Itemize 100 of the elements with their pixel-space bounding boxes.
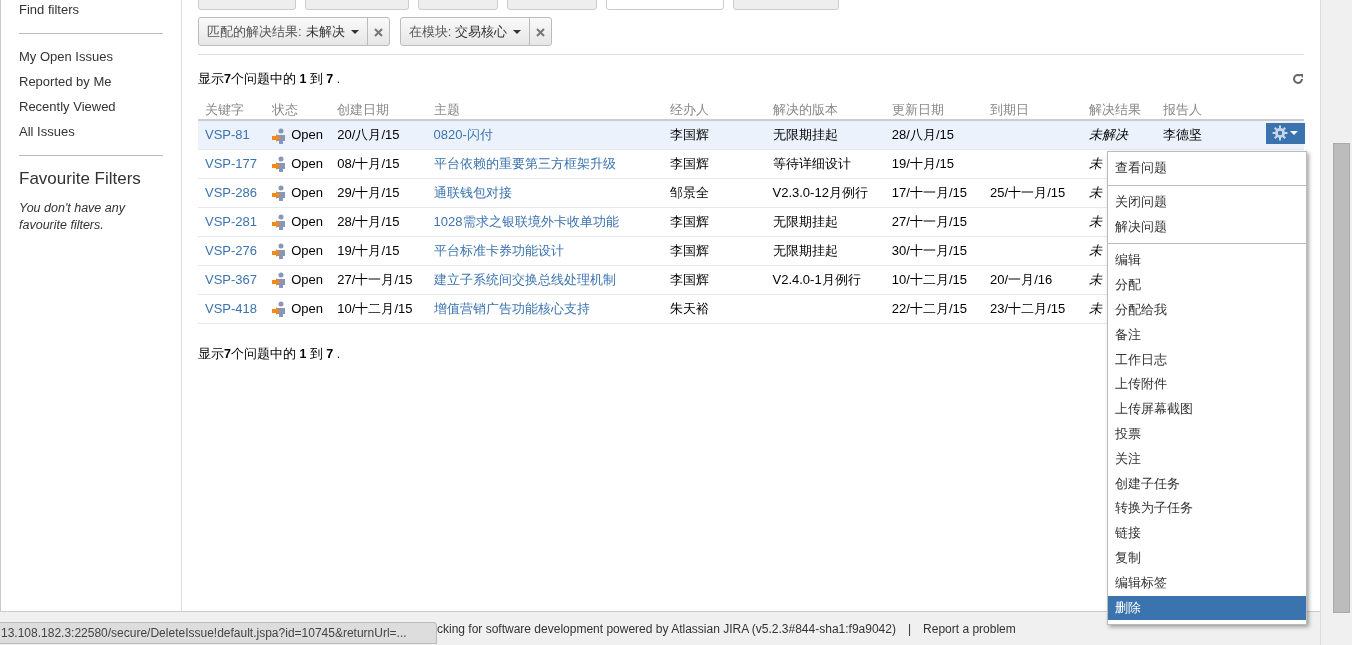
table-cell: 10/十二月/15	[891, 271, 967, 287]
person-arrow-icon	[272, 127, 287, 144]
sidebar-link[interactable]: My Open Issues	[19, 44, 163, 69]
resolution-text: 未	[1089, 271, 1103, 287]
empty-message: You don't have any favourite filters.	[19, 199, 127, 234]
close-icon	[373, 27, 383, 37]
issue-summary-link[interactable]: 平台标准卡券功能设计	[433, 242, 564, 258]
issue-summary-link[interactable]: 0820-闪付	[433, 127, 493, 142]
caret-icon	[1290, 131, 1299, 136]
status-text: Open	[291, 127, 323, 142]
caret-icon	[513, 29, 522, 34]
menu-item[interactable]: 链接	[1108, 521, 1306, 546]
separator-text: |	[907, 620, 912, 638]
status-text: Open	[291, 300, 323, 316]
table-row[interactable]: VSP-81 Open 20/八月/15 0820-闪付 李国辉 无限期挂起 28/八月/15 未解决 李德坚	[198, 120, 1304, 149]
table-cell: 28/八月/15	[891, 127, 954, 142]
person-arrow-icon	[272, 156, 287, 173]
table-cell: 10/十二月/15	[337, 300, 413, 316]
table-cell: 邹景全	[670, 184, 710, 200]
actions-button[interactable]	[1265, 122, 1305, 144]
table-cell: 李国辉	[670, 242, 710, 258]
table-cell: 朱天裕	[670, 300, 710, 316]
issue-summary-link[interactable]: 通联钱包对接	[433, 184, 512, 200]
issue-summary-link[interactable]: 建立子系统间交换总线处理机制	[433, 271, 616, 287]
menu-item[interactable]: 关注	[1108, 446, 1306, 472]
resolution-text: 未解决	[1089, 127, 1129, 142]
table-cell: 无限期挂起	[772, 242, 838, 258]
section-heading: Favourite Filters	[19, 168, 142, 190]
menu-item[interactable]: 编辑标签	[1108, 570, 1306, 596]
refresh-icon[interactable]	[1292, 73, 1304, 85]
issue-key-link[interactable]: VSP-286	[205, 184, 258, 200]
menu-item[interactable]: 转换为子任务	[1108, 496, 1306, 522]
resolution-text: 未	[1089, 300, 1103, 316]
table-cell: 23/十二月/15	[990, 300, 1066, 316]
table-cell: 30/十一月/15	[891, 242, 967, 258]
menu-item[interactable]: 备注	[1108, 322, 1306, 348]
table-cell: 无限期挂起	[772, 127, 838, 142]
table-cell: 李国辉	[670, 213, 710, 229]
menu-item[interactable]: 上传屏幕截图	[1108, 397, 1306, 422]
sidebar-link[interactable]: Reported by Me	[19, 69, 163, 94]
menu-item[interactable]: 工作日志	[1108, 347, 1306, 373]
sidebar-link[interactable]: Recently Viewed	[19, 94, 163, 119]
table-cell: 李国辉	[670, 271, 710, 287]
close-icon	[536, 27, 546, 37]
status-url: 13.108.182.3:22580/secure/DeleteIssue!default.jspa?id=10745&returnUrl=...	[0, 622, 437, 644]
table-cell: 19/十月/15	[337, 242, 400, 258]
sidebar-link[interactable]: All Issues	[19, 119, 163, 144]
table-cell: 28/十月/15	[337, 213, 400, 229]
table-cell: 李国辉	[670, 127, 710, 142]
table-cell: V2.4.0-1月例行	[772, 271, 861, 287]
table-cell: V2.3.0-12月例行	[772, 184, 868, 200]
table-cell: 等待详细设计	[772, 155, 851, 171]
person-arrow-icon	[272, 214, 287, 231]
find-filters-link[interactable]: Find filters	[19, 0, 163, 22]
results-count: 显示7个问题中的 1 到 7 .	[198, 70, 341, 88]
table-cell: 20/八月/15	[337, 127, 400, 142]
issue-key-link[interactable]: VSP-281	[205, 213, 258, 229]
menu-item[interactable]: 上传附件	[1108, 372, 1306, 398]
person-arrow-icon	[272, 301, 287, 318]
issue-summary-link[interactable]: 平台依赖的重要第三方框架升级	[433, 155, 616, 171]
table-cell: 08/十月/15	[337, 155, 400, 171]
table-cell: 20/一月/16	[990, 271, 1053, 287]
table-cell: 25/十一月/15	[990, 184, 1066, 200]
issue-key-link[interactable]: VSP-367	[205, 271, 258, 287]
gear-icon	[1272, 125, 1289, 142]
table-cell: 李国辉	[670, 155, 710, 171]
issue-summary-link[interactable]: 增值营销广告功能核心支持	[433, 300, 590, 316]
scrollbar[interactable]	[1320, 0, 1352, 645]
menu-item[interactable]: 关闭问题	[1108, 189, 1306, 215]
table-cell: 27/十一月/15	[337, 271, 413, 287]
table-cell: 27/十一月/15	[891, 213, 967, 229]
table-cell: 李德坚	[1162, 127, 1202, 142]
menu-item[interactable]: 解决问题	[1108, 214, 1306, 240]
menu-item[interactable]: 投票	[1108, 421, 1306, 447]
issue-key-link[interactable]: VSP-276	[205, 242, 258, 258]
issue-summary-link[interactable]: 1028需求之银联境外卡收单功能	[433, 213, 619, 229]
status-text: Open	[291, 155, 323, 171]
footer-text: cking for software development powered by Atlassian JIRA (v5.2.3#844-sha1:f9a9042)	[437, 620, 896, 638]
table-cell: 17/十一月/15	[891, 184, 967, 200]
scrollbar-thumb[interactable]	[1333, 143, 1350, 613]
table-cell: 无限期挂起	[772, 213, 838, 229]
menu-item[interactable]: 查看问题	[1108, 156, 1306, 181]
resolution-text: 未	[1089, 213, 1103, 229]
caret-icon	[350, 29, 359, 34]
table-cell: 29/十月/15	[337, 184, 400, 200]
resolution-text: 未	[1089, 155, 1103, 171]
issue-key-link[interactable]: VSP-418	[205, 300, 258, 316]
menu-item[interactable]: 编辑	[1108, 248, 1306, 274]
person-arrow-icon	[272, 243, 287, 260]
results-count: 显示7个问题中的 1 到 7 .	[198, 346, 341, 364]
status-text: Open	[291, 271, 323, 287]
table-cell: 19/十月/15	[891, 155, 954, 171]
menu-item[interactable]: 分配	[1108, 273, 1306, 298]
report-problem-link[interactable]: Report a problem	[923, 619, 1016, 638]
person-arrow-icon	[272, 272, 287, 289]
issue-key-link[interactable]: VSP-177	[205, 155, 258, 171]
menu-item[interactable]: 删除	[1108, 595, 1306, 621]
menu-item[interactable]: 复制	[1108, 545, 1306, 571]
menu-item[interactable]: 创建子任务	[1108, 471, 1306, 497]
menu-item[interactable]: 分配给我	[1108, 298, 1306, 323]
